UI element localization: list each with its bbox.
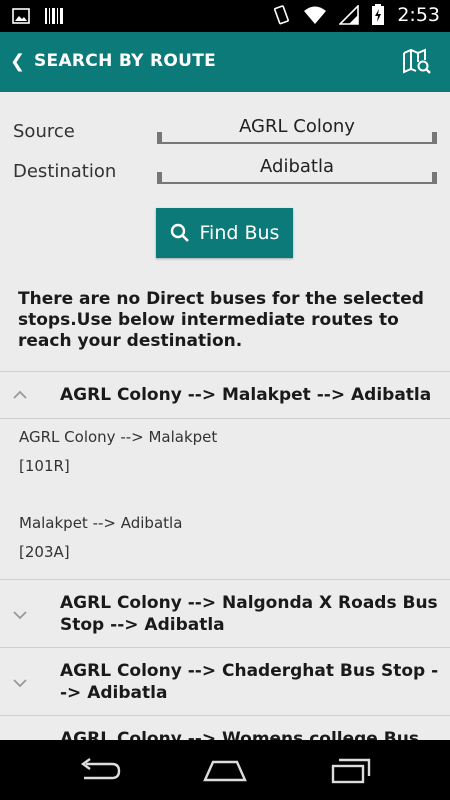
leg-path: Malakpet --> Adibatla [19, 514, 183, 532]
chevron-down-icon [13, 679, 27, 688]
find-bus-button[interactable]: Find Bus [156, 208, 293, 258]
app-bar: ❮ SEARCH BY ROUTE [0, 32, 450, 92]
destination-label: Destination [13, 161, 117, 182]
route-header-2[interactable]: AGRL Colony --> Nalgonda X Roads Bus Sto… [0, 580, 450, 647]
source-label: Source [13, 121, 75, 142]
divider [0, 418, 450, 419]
back-chevron-icon[interactable]: ❮ [10, 51, 25, 72]
map-search-icon[interactable] [402, 48, 432, 76]
destination-field[interactable]: Adibatla [157, 156, 437, 184]
barcode-notification-icon [45, 8, 63, 24]
chevron-up-icon [13, 390, 27, 399]
vibrate-icon [274, 5, 290, 25]
route-header-1[interactable]: AGRL Colony --> Malakpet --> Adibatla [0, 372, 450, 418]
find-bus-label: Find Bus [199, 222, 280, 244]
route-header-4[interactable]: AGRL Colony --> Womens college Bus [0, 716, 450, 740]
destination-value: Adibatla [260, 156, 334, 177]
recent-apps-icon[interactable] [329, 758, 373, 784]
leg-buses: [203A] [19, 543, 70, 561]
search-icon [170, 223, 189, 242]
home-icon[interactable] [201, 758, 249, 784]
signal-icon [339, 5, 360, 25]
route-title: AGRL Colony --> Malakpet --> Adibatla [60, 385, 432, 405]
chevron-down-icon [13, 611, 27, 620]
route-header-3[interactable]: AGRL Colony --> Chaderghat Bus Stop --> … [0, 648, 450, 715]
status-bar: 2:53 [0, 0, 450, 32]
no-direct-buses-notice: There are no Direct buses for the select… [18, 289, 424, 351]
navigation-bar [0, 740, 450, 800]
wifi-icon [304, 6, 327, 24]
leg-buses: [101R] [19, 457, 70, 475]
source-field[interactable]: AGRL Colony [157, 116, 437, 144]
battery-charging-icon [372, 4, 385, 25]
page-title: SEARCH BY ROUTE [34, 51, 217, 71]
back-icon[interactable] [78, 758, 122, 784]
source-value: AGRL Colony [239, 116, 355, 137]
image-notification-icon [12, 8, 30, 24]
route-title: AGRL Colony --> Chaderghat Bus Stop --> … [60, 661, 439, 703]
clock: 2:53 [397, 4, 440, 26]
leg-path: AGRL Colony --> Malakpet [19, 428, 218, 446]
route-title: AGRL Colony --> Womens college Bus [60, 729, 419, 740]
route-title: AGRL Colony --> Nalgonda X Roads Bus Sto… [60, 593, 438, 635]
